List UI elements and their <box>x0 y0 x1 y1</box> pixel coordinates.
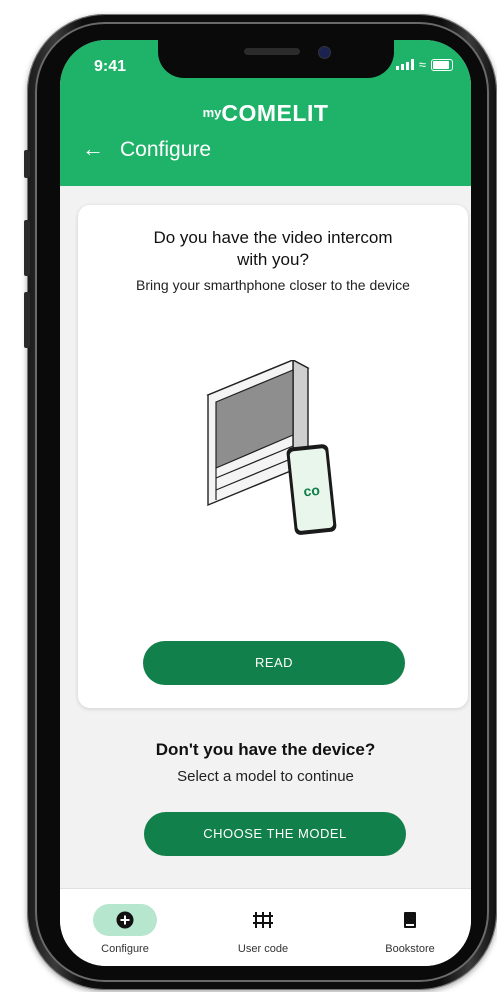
app-header: 9:41 ≈ myCOMELIT ← Configure <box>60 40 471 186</box>
keypad-icon <box>253 912 273 928</box>
no-device-subtitle: Select a model to continue <box>177 768 354 785</box>
battery-icon <box>431 58 453 71</box>
bottom-tab-bar: Configure User code Bookstore <box>60 888 471 966</box>
logo-prefix: my <box>202 105 222 120</box>
app-logo: myCOMELIT <box>60 100 471 127</box>
tab-bookstore[interactable]: Bookstore <box>350 889 470 966</box>
choose-model-button[interactable]: CHOOSE THE MODEL <box>144 812 406 856</box>
page-title: Configure <box>120 138 212 161</box>
signal-icon <box>395 59 414 70</box>
book-icon <box>404 912 416 928</box>
no-device-question: Don't you have the device? <box>155 740 376 759</box>
tab-bookstore-icon-bg <box>378 904 442 936</box>
svg-text:co: co <box>303 482 321 500</box>
tab-user-code[interactable]: User code <box>203 889 323 966</box>
tab-user-code-label: User code <box>237 943 289 955</box>
card-title: Do you have the video intercom with you? <box>153 228 393 269</box>
tab-configure[interactable]: Configure <box>65 889 185 966</box>
app-screen: 9:41 ≈ myCOMELIT ← Configure Do you have… <box>60 40 471 966</box>
intercom-illustration: co <box>206 360 337 535</box>
tab-bookstore-label: Bookstore <box>385 943 435 955</box>
front-camera <box>318 46 331 59</box>
tab-user-code-icon-bg <box>231 904 295 936</box>
plus-circle-icon <box>116 911 134 929</box>
tab-configure-label: Configure <box>101 943 149 955</box>
read-button[interactable]: READ <box>143 641 405 685</box>
tab-configure-icon-bg <box>93 904 157 936</box>
card-subtitle: Bring your smarthphone closer to the dev… <box>136 277 410 293</box>
volume-up-button <box>24 220 30 276</box>
back-arrow-icon[interactable]: ← <box>82 136 104 162</box>
mute-switch <box>24 150 30 178</box>
wifi-icon: ≈ <box>418 57 426 72</box>
status-time: 9:41 <box>94 58 127 75</box>
notch <box>158 40 394 78</box>
speaker-grille <box>244 48 300 55</box>
read-device-card: Do you have the video intercom with you?… <box>78 205 468 708</box>
status-icons: ≈ <box>395 57 453 72</box>
volume-down-button <box>24 292 30 348</box>
logo-brand: COMELIT <box>221 100 329 126</box>
